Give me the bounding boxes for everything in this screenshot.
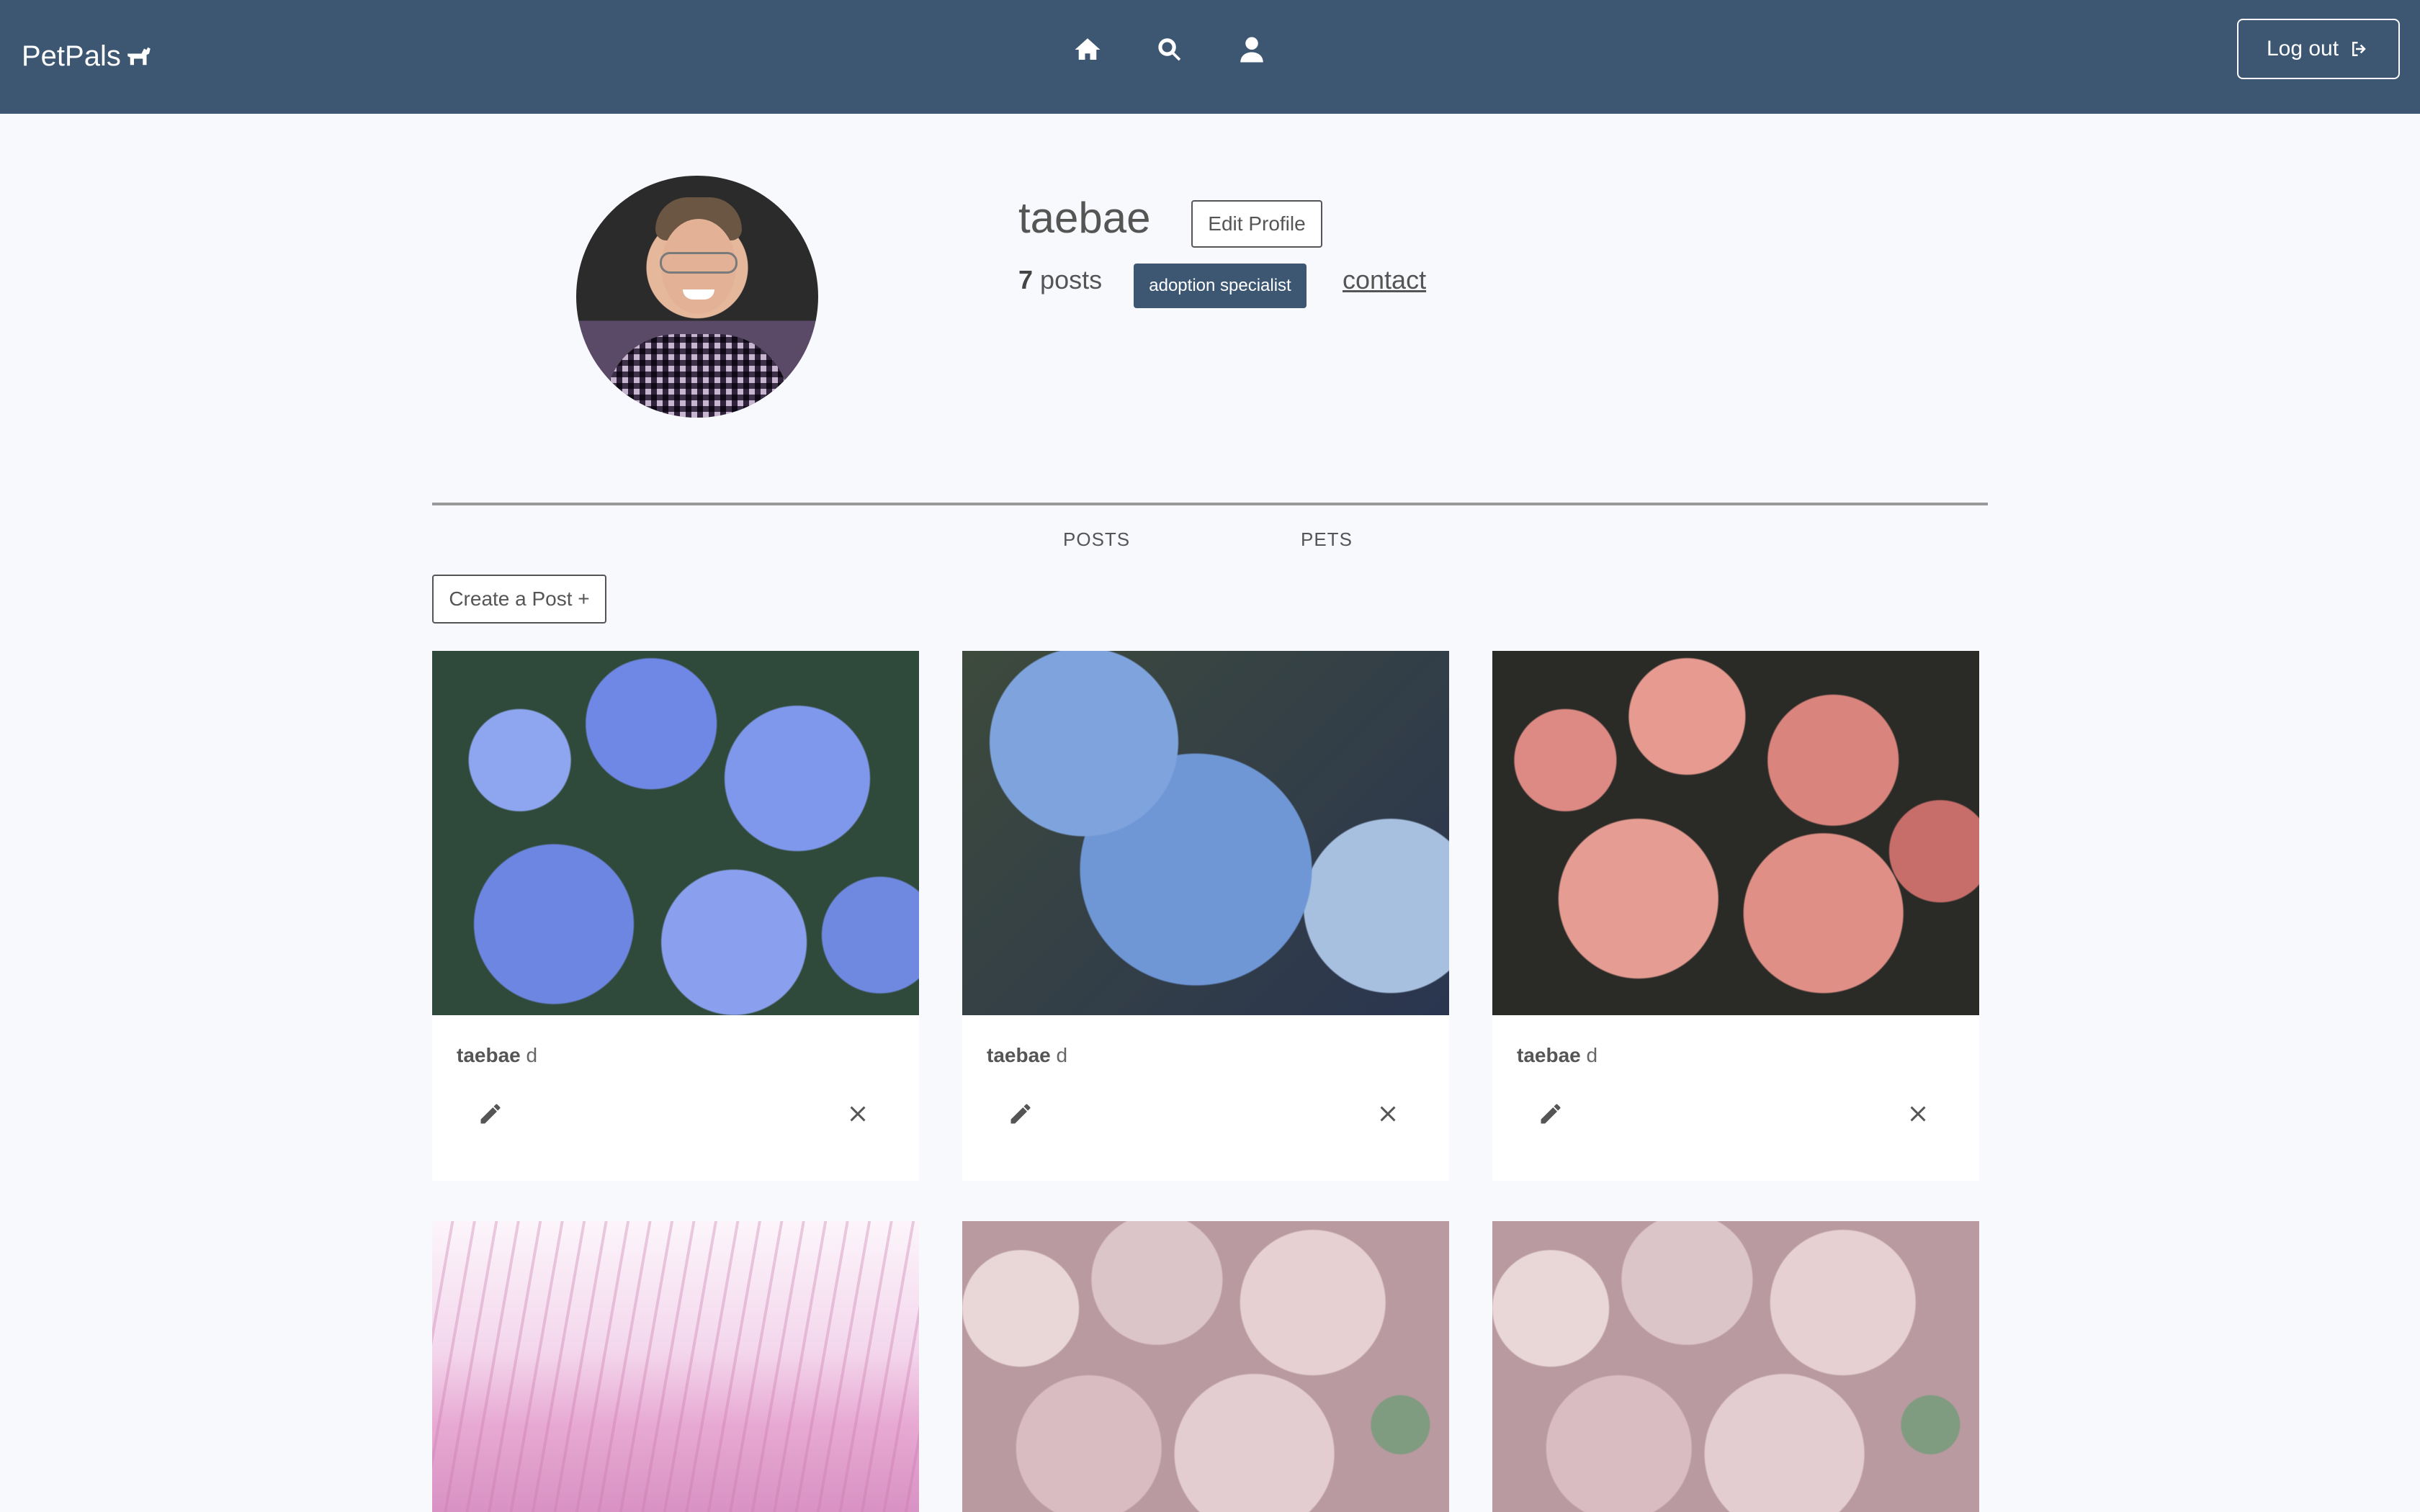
- delete-post-button[interactable]: [1368, 1094, 1407, 1133]
- edit-post-button[interactable]: [1001, 1094, 1040, 1133]
- post-meta: taebae d: [457, 1044, 537, 1067]
- post-image[interactable]: [1492, 651, 1979, 1015]
- user-icon[interactable]: [1230, 32, 1273, 68]
- edit-post-button[interactable]: [471, 1094, 510, 1133]
- posts-count-number: 7: [1018, 265, 1034, 294]
- profile-divider: [432, 503, 1988, 505]
- close-icon: [850, 1106, 866, 1122]
- brand-name: PetPals: [22, 40, 121, 72]
- post-meta: taebae d: [987, 1044, 1067, 1067]
- nav-icon-group: [1066, 32, 1312, 68]
- dog-icon: [127, 47, 151, 66]
- posts-count-label: posts: [1040, 265, 1103, 294]
- post-time: d: [1586, 1044, 1598, 1066]
- posts-count: 7 posts: [1018, 265, 1102, 295]
- create-post-button[interactable]: Create a Post +: [432, 575, 606, 624]
- post-card[interactable]: [1492, 1221, 1979, 1512]
- post-image[interactable]: [432, 651, 919, 1015]
- contact-link[interactable]: contact: [1343, 265, 1426, 295]
- role-badge: adoption specialist: [1134, 264, 1307, 308]
- close-icon: [1910, 1106, 1926, 1122]
- delete-post-button[interactable]: [1899, 1094, 1937, 1133]
- post-author[interactable]: taebae: [1517, 1044, 1581, 1066]
- pencil-icon: [1541, 1104, 1561, 1124]
- tab-pets[interactable]: PETS: [1301, 528, 1353, 551]
- pencil-icon: [480, 1104, 501, 1124]
- delete-post-button[interactable]: [838, 1094, 877, 1133]
- post-image[interactable]: [1492, 1221, 1979, 1512]
- profile-avatar: [576, 176, 818, 418]
- post-image[interactable]: [962, 651, 1449, 1015]
- post-card[interactable]: [962, 1221, 1449, 1512]
- post-image[interactable]: [432, 1221, 919, 1512]
- post-meta: taebae d: [1517, 1044, 1597, 1067]
- profile-username: taebae: [1018, 194, 1151, 242]
- post-author[interactable]: taebae: [457, 1044, 521, 1066]
- sign-out-icon: [2352, 42, 2366, 56]
- post-time: d: [526, 1044, 538, 1066]
- post-card[interactable]: taebae d: [432, 651, 919, 1181]
- tab-posts[interactable]: POSTS: [1063, 528, 1130, 551]
- post-image[interactable]: [962, 1221, 1449, 1512]
- post-author[interactable]: taebae: [987, 1044, 1051, 1066]
- close-icon: [1380, 1106, 1396, 1122]
- pencil-icon: [1010, 1104, 1031, 1124]
- post-card[interactable]: taebae d: [962, 651, 1449, 1181]
- logout-button[interactable]: Log out: [2237, 19, 2400, 79]
- edit-profile-button[interactable]: Edit Profile: [1191, 200, 1322, 248]
- logout-label: Log out: [2266, 37, 2339, 60]
- edit-post-button[interactable]: [1531, 1094, 1570, 1133]
- post-time: d: [1056, 1044, 1068, 1066]
- post-card[interactable]: [432, 1221, 919, 1512]
- brand-logo[interactable]: PetPals: [22, 36, 154, 76]
- home-icon[interactable]: [1066, 32, 1109, 68]
- search-icon[interactable]: [1148, 32, 1191, 68]
- top-navbar: PetPals Log out: [0, 0, 2420, 114]
- post-card[interactable]: taebae d: [1492, 651, 1979, 1181]
